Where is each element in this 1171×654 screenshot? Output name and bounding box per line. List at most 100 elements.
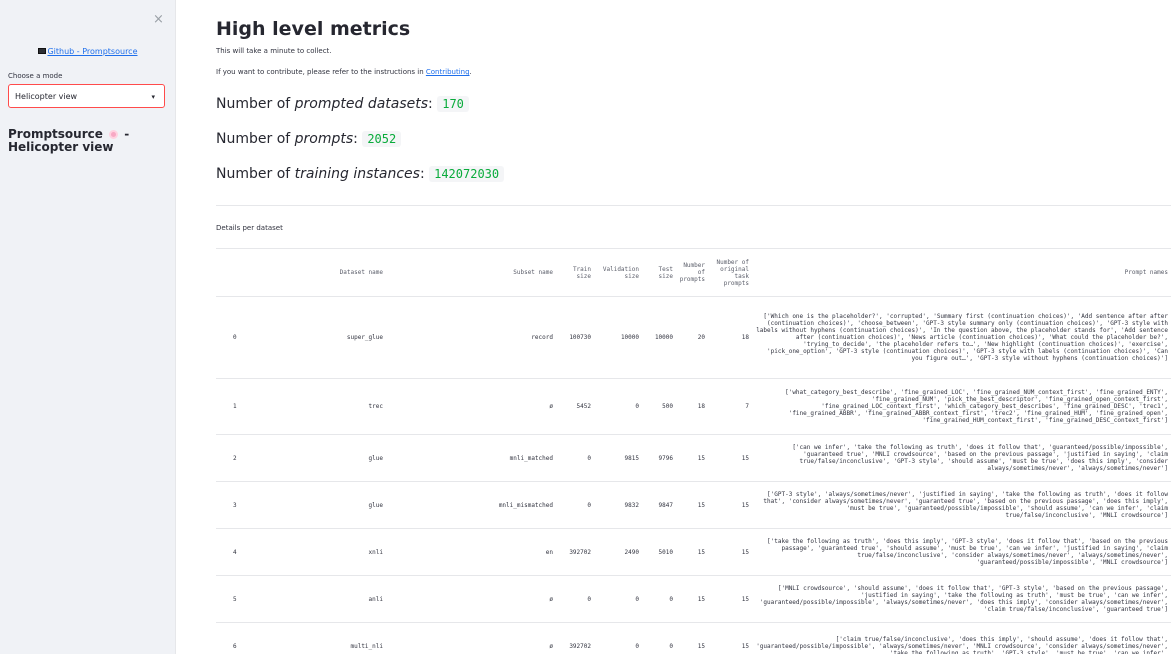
mode-select[interactable]: Helicopter view ▾	[8, 84, 165, 108]
cell-dataset-name: glue	[256, 481, 386, 529]
cell-validation-size: 0	[594, 575, 642, 623]
cell-subset-name: ø	[386, 575, 556, 623]
close-icon[interactable]: ×	[153, 12, 164, 27]
cell-dataset-name: trec	[256, 378, 386, 435]
cell-validation-size: 9832	[594, 481, 642, 529]
cell-prompt-names: ['claim true/false/inconclusive', 'does …	[752, 622, 1171, 654]
table-row: 2 glue mnli_matched 0 9815 9796 15 15 ['…	[216, 434, 1171, 482]
divider	[216, 205, 1171, 206]
sidebar-title: Promptsource - Helicopter view	[8, 128, 168, 154]
table-row: 0 super_glue record 100730 10000 10000 2…	[216, 296, 1171, 379]
dataset-table-wrapper[interactable]: Dataset name Subset name Train size Vali…	[216, 248, 1171, 654]
cell-index: 3	[216, 481, 256, 529]
cell-test-size: 9847	[642, 481, 676, 529]
table-row: 5 anli ø 0 0 0 15 15 ['MNLI crowdsource'…	[216, 575, 1171, 623]
cell-test-size: 5010	[642, 528, 676, 576]
cell-subset-name: ø	[386, 378, 556, 435]
cell-index: 5	[216, 575, 256, 623]
cell-index: 1	[216, 378, 256, 435]
metric-value: 2052	[362, 131, 402, 147]
cell-test-size: 9796	[642, 434, 676, 482]
cell-train-size: 392702	[556, 622, 594, 654]
metric-label-colon: :	[419, 166, 430, 182]
cell-prompt-names: ['can we infer', 'take the following as …	[752, 434, 1171, 482]
cell-number-of-prompts: 15	[676, 434, 708, 482]
table-row: 6 multi_nli ø 392702 0 0 15 15 ['claim t…	[216, 622, 1171, 654]
main-content: High level metrics This will take a minu…	[216, 0, 1171, 654]
cell-train-size: 392702	[556, 528, 594, 576]
cell-train-size: 0	[556, 481, 594, 529]
github-link-row: Github - Promptsource	[0, 47, 176, 56]
cell-prompt-names: ['GPT-3 style', 'always/sometimes/never'…	[752, 481, 1171, 529]
flower-icon	[109, 130, 119, 139]
page-title: High level metrics	[216, 18, 411, 40]
cell-validation-size: 2490	[594, 528, 642, 576]
cell-subset-name: record	[386, 296, 556, 379]
col-header-original-task-prompts: Number of original task prompts	[708, 248, 752, 297]
metric-label-em: prompted datasets	[294, 96, 429, 112]
metric-prompted-datasets: Number of prompted datasets: 170	[216, 96, 469, 112]
col-header-validation-size: Validation size	[594, 248, 642, 297]
collect-note: This will take a minute to collect.	[216, 47, 332, 55]
contribute-prefix: If you want to contribute, please refer …	[216, 68, 426, 76]
metric-prompts: Number of prompts: 2052	[216, 131, 402, 147]
cell-train-size: 0	[556, 434, 594, 482]
cell-train-size: 5452	[556, 378, 594, 435]
cell-number-of-prompts: 20	[676, 296, 708, 379]
cell-prompt-names: ['MNLI crowdsource', 'should assume', 'd…	[752, 575, 1171, 623]
cell-index: 2	[216, 434, 256, 482]
cell-subset-name: mnli_mismatched	[386, 481, 556, 529]
github-link[interactable]: Github - Promptsource	[47, 47, 137, 56]
contribute-suffix: .	[469, 68, 472, 76]
metric-training-instances: Number of training instances: 142072030	[216, 166, 505, 182]
col-header-subset-name: Subset name	[386, 248, 556, 297]
sidebar-title-part1: Promptsource	[8, 127, 103, 141]
cell-original-task-prompts: 15	[708, 622, 752, 654]
metric-label-em: prompts	[294, 131, 354, 147]
contributing-link[interactable]: Contributing	[426, 68, 470, 76]
contribute-note: If you want to contribute, please refer …	[216, 68, 472, 76]
metric-label: Number of	[216, 131, 295, 147]
metric-value: 142072030	[429, 166, 505, 182]
cell-subset-name: mnli_matched	[386, 434, 556, 482]
metric-label-colon: :	[353, 131, 363, 147]
cell-dataset-name: anli	[256, 575, 386, 623]
cell-number-of-prompts: 15	[676, 528, 708, 576]
cell-validation-size: 0	[594, 622, 642, 654]
cell-number-of-prompts: 18	[676, 378, 708, 435]
cell-validation-size: 10000	[594, 296, 642, 379]
cell-test-size: 0	[642, 575, 676, 623]
cell-validation-size: 9815	[594, 434, 642, 482]
cell-dataset-name: xnli	[256, 528, 386, 576]
col-header-prompt-names: Prompt names	[752, 248, 1171, 297]
cell-prompt-names: ['Which one is the placeholder?', 'corru…	[752, 296, 1171, 379]
cell-original-task-prompts: 18	[708, 296, 752, 379]
metric-label: Number of	[216, 96, 295, 112]
dataset-table: Dataset name Subset name Train size Vali…	[216, 248, 1171, 654]
metric-label-colon: :	[428, 96, 438, 112]
mode-label: Choose a mode	[8, 72, 63, 80]
cell-original-task-prompts: 7	[708, 378, 752, 435]
col-header-test-size: Test size	[642, 248, 676, 297]
cell-prompt-names: ['take the following as truth', 'does th…	[752, 528, 1171, 576]
chevron-down-icon: ▾	[151, 93, 155, 101]
cell-original-task-prompts: 15	[708, 575, 752, 623]
table-header-row: Dataset name Subset name Train size Vali…	[216, 248, 1171, 297]
cell-index: 6	[216, 622, 256, 654]
col-header-train-size: Train size	[556, 248, 594, 297]
cell-test-size: 10000	[642, 296, 676, 379]
table-row: 3 glue mnli_mismatched 0 9832 9847 15 15…	[216, 481, 1171, 529]
cell-index: 0	[216, 296, 256, 379]
metric-value: 170	[437, 96, 469, 112]
metric-label-em: training instances	[294, 166, 420, 182]
cell-prompt-names: ['what_category_best_describe', 'fine_gr…	[752, 378, 1171, 435]
col-header-number-of-prompts: Number of prompts	[676, 248, 708, 297]
cell-train-size: 100730	[556, 296, 594, 379]
mode-select-value: Helicopter view	[15, 92, 78, 101]
cell-number-of-prompts: 15	[676, 622, 708, 654]
col-header-index	[216, 248, 256, 297]
table-row: 4 xnli en 392702 2490 5010 15 15 ['take …	[216, 528, 1171, 576]
cell-subset-name: ø	[386, 622, 556, 654]
cell-train-size: 0	[556, 575, 594, 623]
cell-original-task-prompts: 15	[708, 434, 752, 482]
